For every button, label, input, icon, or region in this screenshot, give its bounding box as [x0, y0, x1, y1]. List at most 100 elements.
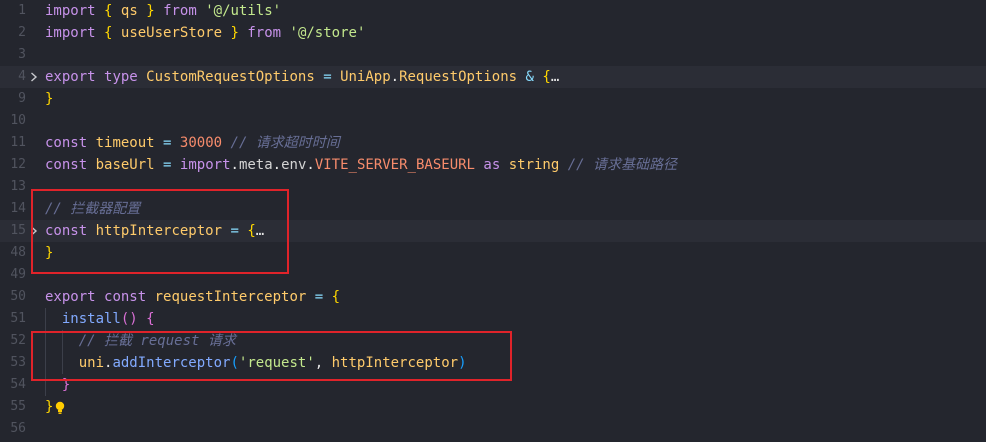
- code-token: export: [45, 289, 96, 305]
- code-token: }: [45, 245, 54, 261]
- code-token: 30000: [179, 135, 223, 151]
- code-token: export: [45, 69, 96, 85]
- line-number: 51: [10, 311, 26, 326]
- code-line[interactable]: 54 }: [0, 374, 986, 396]
- code-line[interactable]: 10: [0, 110, 986, 132]
- code-token: baseUrl: [95, 157, 155, 173]
- code-token: }: [61, 377, 71, 393]
- code-token: string: [508, 157, 560, 173]
- code-token: from: [163, 3, 197, 19]
- code-line[interactable]: 52 // 拦截 request 请求: [0, 330, 986, 352]
- line-number: 15: [10, 223, 26, 238]
- line-number: 11: [10, 135, 26, 150]
- code-text: import { useUserStore } from '@/store': [45, 22, 365, 44]
- indent-guide: [62, 330, 63, 374]
- code-line[interactable]: 15 const httpInterceptor = {…: [0, 220, 986, 242]
- code-line[interactable]: 51 install() {: [0, 308, 986, 330]
- code-token: {: [331, 289, 341, 305]
- code-line[interactable]: 3: [0, 44, 986, 66]
- code-token: ): [458, 355, 467, 371]
- code-line[interactable]: 53 uni.addInterceptor('request', httpInt…: [0, 352, 986, 374]
- code-token: const: [45, 135, 88, 151]
- code-line[interactable]: 56: [0, 418, 986, 440]
- code-token: {: [146, 311, 155, 327]
- code-line[interactable]: 49: [0, 264, 986, 286]
- line-number: 10: [10, 113, 26, 128]
- code-line[interactable]: 55}: [0, 396, 986, 418]
- code-token: '@/utils': [205, 3, 282, 19]
- code-token: .: [230, 157, 239, 173]
- code-token: httpInterceptor: [95, 223, 223, 239]
- code-token: ,: [314, 355, 332, 371]
- code-text: // 拦截器配置: [45, 198, 140, 220]
- code-line[interactable]: 9}: [0, 88, 986, 110]
- code-token: }: [45, 399, 54, 415]
- code-token: timeout: [95, 135, 155, 151]
- code-token: RequestOptions: [399, 69, 518, 85]
- line-number: 13: [10, 179, 26, 194]
- code-token: // 拦截器配置: [45, 201, 141, 217]
- code-text: install() {: [45, 308, 155, 330]
- code-line[interactable]: 48}: [0, 242, 986, 264]
- code-token: VITE_SERVER_BASEURL: [314, 157, 475, 173]
- code-line[interactable]: 4 export type CustomRequestOptions = UniA…: [0, 66, 986, 88]
- line-number: 4: [18, 69, 26, 84]
- code-token: meta: [238, 157, 273, 173]
- line-number: 3: [18, 47, 26, 62]
- code-token: }: [230, 25, 239, 41]
- code-token: {: [542, 69, 551, 85]
- lightbulb-icon[interactable]: [54, 400, 66, 414]
- code-token: &: [525, 69, 534, 85]
- line-number: 55: [10, 399, 26, 414]
- code-token: const: [104, 289, 147, 305]
- code-line[interactable]: 1 import { qs } from '@/utils': [0, 0, 986, 22]
- code-token: =: [314, 289, 324, 305]
- code-token: {: [247, 223, 256, 239]
- chevron-right-icon[interactable]: [28, 220, 40, 242]
- code-token: env: [281, 157, 307, 173]
- code-line[interactable]: 14 // 拦截器配置: [0, 198, 986, 220]
- line-number: 50: [10, 289, 26, 304]
- code-token: uni: [78, 355, 105, 371]
- code-text: }: [45, 242, 53, 264]
- code-token: import: [179, 157, 231, 173]
- code-line[interactable]: 12 const baseUrl = import.meta.env.VITE_S…: [0, 154, 986, 176]
- code-line[interactable]: 11 const timeout = 30000 // 请求超时时间: [0, 132, 986, 154]
- code-text: }: [45, 88, 53, 110]
- line-number: 14: [10, 201, 26, 216]
- code-token: requestInterceptor: [154, 289, 307, 305]
- code-token: from: [247, 25, 282, 41]
- code-token: }: [146, 3, 155, 19]
- line-number: 56: [10, 421, 26, 436]
- code-editor[interactable]: 1 import { qs } from '@/utils' 2 import { u…: [0, 0, 986, 442]
- code-text: const httpInterceptor = {…: [45, 220, 264, 242]
- chevron-right-icon[interactable]: [28, 66, 40, 88]
- indent-guide: [45, 308, 46, 396]
- code-token: (): [120, 311, 138, 327]
- code-token: .: [306, 157, 315, 173]
- code-token: UniApp: [340, 69, 391, 85]
- code-text: }: [45, 374, 70, 396]
- code-line[interactable]: 13: [0, 176, 986, 198]
- code-line[interactable]: 50 export const requestInterceptor = {: [0, 286, 986, 308]
- code-line[interactable]: 2 import { useUserStore } from '@/store': [0, 22, 986, 44]
- code-token: httpInterceptor: [331, 355, 459, 371]
